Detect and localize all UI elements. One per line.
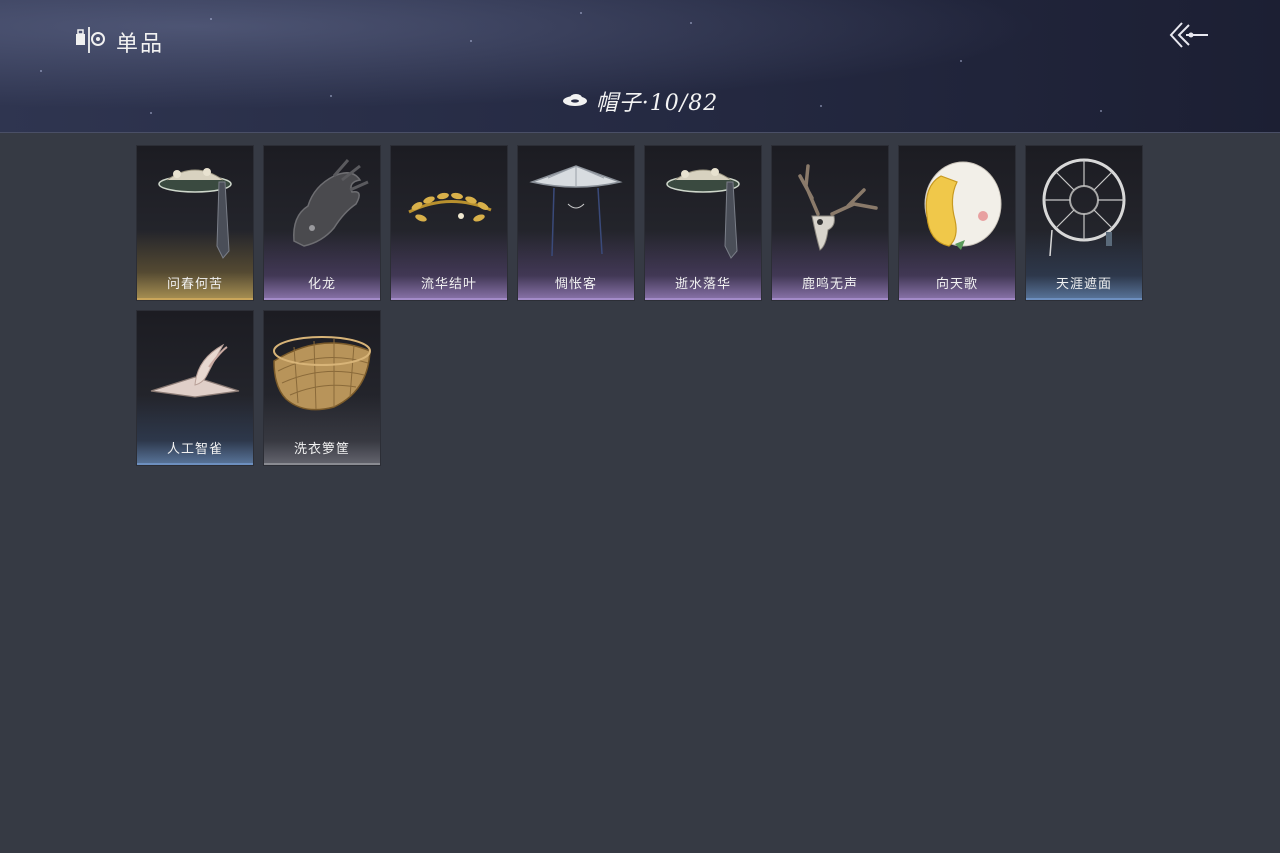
section-header: 单品 [74,26,164,58]
golden-laurel-icon [408,192,492,222]
hat-icon [562,90,588,112]
item-card[interactable]: 向天歌 [898,145,1016,301]
category-header: 帽子·10/82 [0,84,1280,118]
rarity-bar [1026,298,1142,300]
item-name: 洗衣箩筐 [293,442,350,457]
item-name: 化龙 [307,277,336,292]
rarity-bar [137,463,253,465]
section-title: 单品 [116,32,165,57]
back-button[interactable] [1166,18,1212,52]
item-name: 逝水落华 [674,277,731,292]
item-card[interactable]: 天涯遮面 [1025,145,1143,301]
dragon-head-icon [293,159,369,247]
wardrobe-icon [74,24,106,60]
item-name: 惆怅客 [554,277,597,292]
top-bar: 单品 帽子·10/82 [0,0,1280,133]
rarity-bar [264,463,380,465]
basket-icon [273,336,371,411]
back-arrow-icon [1166,22,1212,56]
rarity-bar [899,298,1015,300]
conical-hat-icon [529,165,623,257]
item-card[interactable]: 化龙 [263,145,381,301]
rarity-bar [137,298,253,300]
goose-mask-icon [924,161,1002,250]
item-card[interactable]: 惆怅客 [517,145,635,301]
item-card[interactable]: 鹿鸣无声 [771,145,889,301]
deer-skull-icon [798,164,878,251]
rarity-bar [518,298,634,300]
veiled-straw-hat-icon [666,168,740,259]
item-card[interactable]: 逝水落华 [644,145,762,301]
veiled-straw-hat-icon [158,168,232,259]
item-card[interactable]: 问春何苦 [136,145,254,301]
item-card[interactable]: 流华结叶 [390,145,508,301]
bird-hat-icon [150,343,240,398]
item-name: 鹿鸣无声 [801,277,858,292]
rarity-bar [264,298,380,300]
item-name: 向天歌 [935,277,978,292]
item-name: 问春何苦 [166,277,223,292]
item-card[interactable]: 人工智雀 [136,310,254,466]
item-name: 人工智雀 [166,442,223,457]
wheel-hat-icon [1042,158,1126,257]
rarity-bar [772,298,888,300]
rarity-bar [391,298,507,300]
rarity-bar [645,298,761,300]
item-name: 流华结叶 [420,277,477,292]
item-card[interactable]: 洗衣箩筐 [263,310,381,466]
category-label: 帽子·10/82 [595,91,719,116]
item-name: 天涯遮面 [1055,277,1112,292]
